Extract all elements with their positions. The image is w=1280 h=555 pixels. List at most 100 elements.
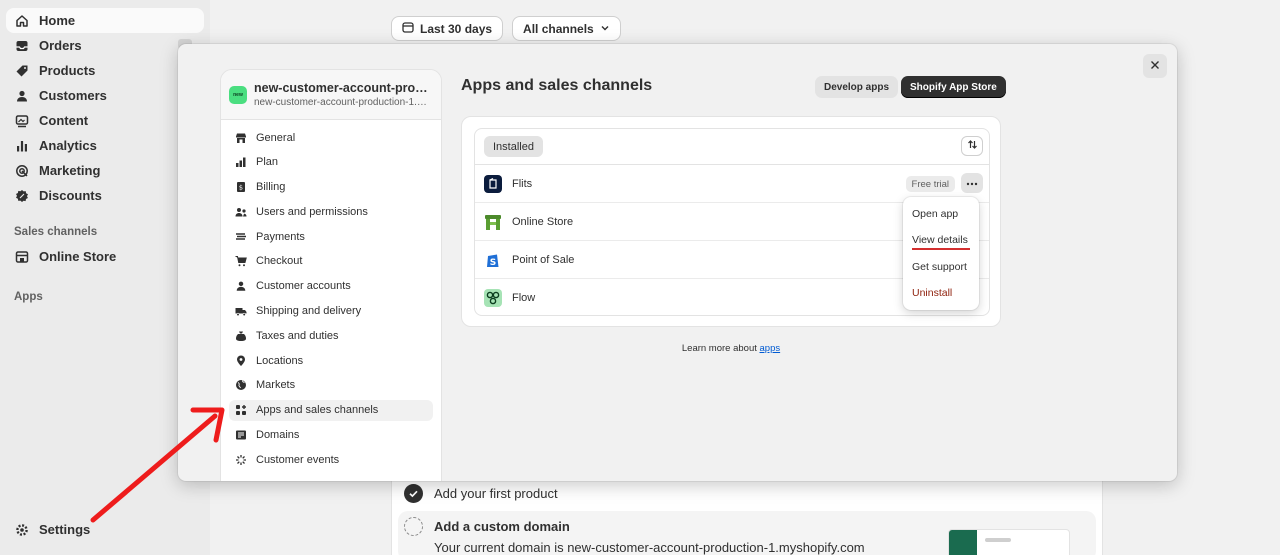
sidebar-item-discounts[interactable]: Discounts [6, 183, 204, 208]
sidebar-item-label: Products [39, 63, 96, 78]
sort-icon [967, 137, 978, 155]
settings-item-label: Billing [256, 181, 286, 194]
close-button[interactable] [1143, 54, 1167, 78]
learn-more-text: Learn more about apps [461, 343, 1001, 354]
settings-item-label: Apps and sales channels [256, 404, 379, 417]
sort-button[interactable] [961, 136, 983, 156]
settings-item-label: General [256, 131, 296, 144]
online-store-icon [484, 213, 502, 231]
location-icon [235, 355, 247, 367]
sidebar-item-products[interactable]: Products [6, 58, 204, 83]
task-first-product[interactable]: Add your first product [404, 484, 558, 503]
learn-more-link[interactable]: apps [760, 343, 781, 354]
apps-icon [235, 404, 247, 416]
chevron-down-icon [600, 22, 610, 36]
users-icon [235, 206, 247, 218]
flow-icon [484, 289, 502, 307]
app-store-button[interactable]: Shopify App Store [901, 76, 1006, 98]
globe-icon [235, 379, 247, 391]
sidebar-item-analytics[interactable]: Analytics [6, 133, 204, 158]
settings-item-label: Locations [256, 354, 304, 367]
gear-icon [14, 522, 30, 538]
sidebar-item-label: Customers [39, 88, 107, 103]
develop-apps-button[interactable]: Develop apps [815, 76, 899, 98]
settings-item-general[interactable]: General [229, 127, 433, 148]
sidebar-item-online-store[interactable]: Online Store [6, 244, 204, 269]
settings-item-payments[interactable]: Payments [229, 226, 433, 247]
sidebar-item-content[interactable]: Content [6, 108, 204, 133]
task-title: Add a custom domain [434, 519, 570, 534]
flits-icon [484, 174, 502, 193]
sidebar-item-orders[interactable]: Orders [6, 33, 204, 58]
home-icon [14, 13, 30, 29]
truck-icon [235, 305, 247, 317]
app-name: Online Store [512, 215, 574, 228]
page-title: Apps and sales channels [461, 77, 653, 94]
settings-item-label: Domains [256, 429, 300, 442]
store-name: new-customer-account-production-1 [254, 81, 434, 95]
sidebar-item-label: Orders [39, 38, 82, 53]
tag-icon [14, 63, 30, 79]
settings-item-taxes-and-duties[interactable]: Taxes and duties [229, 325, 433, 346]
settings-item-label: Taxes and duties [256, 329, 339, 342]
cart-icon [235, 255, 247, 267]
settings-modal: new new-customer-account-production-1 ne… [178, 44, 1177, 481]
more-actions-button[interactable] [961, 173, 983, 193]
settings-item-checkout[interactable]: Checkout [229, 251, 433, 272]
target-icon [14, 163, 30, 179]
sidebar-item-label: Marketing [39, 163, 101, 178]
settings-item-label: Customer events [256, 453, 340, 466]
app-actions-menu: Open app View details Get support Uninst… [903, 197, 979, 310]
domains-icon [235, 429, 247, 441]
sidebar-item-marketing[interactable]: Marketing [6, 158, 204, 183]
settings-item-label: Checkout [256, 255, 303, 268]
settings-item-domains[interactable]: Domains [229, 425, 433, 446]
menu-view-details[interactable]: View details [903, 227, 979, 253]
sidebar-item-settings[interactable]: Settings [6, 517, 204, 542]
sidebar-item-label: Content [39, 113, 89, 128]
settings-item-markets[interactable]: Markets [229, 375, 433, 396]
tab-installed[interactable]: Installed [484, 136, 543, 157]
settings-item-customer-events[interactable]: Customer events [229, 449, 433, 470]
settings-item-label: Plan [256, 156, 279, 169]
settings-item-customer-accounts[interactable]: Customer accounts [229, 276, 433, 297]
settings-item-users-and-permissions[interactable]: Users and permissions [229, 201, 433, 222]
events-icon [235, 454, 247, 466]
inbox-icon [14, 38, 30, 54]
settings-item-shipping-and-delivery[interactable]: Shipping and delivery [229, 301, 433, 322]
task-label: Add your first product [434, 486, 558, 501]
settings-item-billing[interactable]: $ Billing [229, 177, 433, 198]
tabs-row: Installed [475, 129, 989, 165]
settings-list: General Plan $ Billing Users and permissions… [221, 120, 441, 481]
task-custom-domain[interactable]: Add a custom domain [404, 517, 570, 536]
sidebar-item-customers[interactable]: Customers [6, 83, 204, 108]
tax-icon [235, 330, 247, 342]
settings-item-label: Payments [256, 230, 305, 243]
store-icon [14, 249, 30, 265]
channels-label: All channels [523, 21, 594, 36]
sidebar-item-label: Analytics [39, 138, 97, 153]
check-circle-icon [404, 484, 423, 503]
menu-uninstall[interactable]: Uninstall [903, 280, 979, 306]
store-header[interactable]: new new-customer-account-production-1 ne… [221, 70, 441, 120]
settings-item-plan[interactable]: Plan [229, 152, 433, 173]
date-range-button[interactable]: Last 30 days [391, 16, 504, 41]
settings-item-label: Shipping and delivery [256, 305, 362, 318]
menu-view-details-label: View details [912, 234, 968, 247]
task-description: Your current domain is new-customer-acco… [434, 540, 865, 555]
sidebar-item-label: Settings [39, 522, 91, 537]
learn-more-prefix: Learn more about [681, 343, 760, 354]
svg-text:$: $ [239, 184, 243, 192]
settings-item-label: Customer accounts [256, 280, 351, 293]
channels-button[interactable]: All channels [512, 16, 621, 41]
sales-channels-heading: Sales channels [14, 225, 98, 238]
sidebar-item-home[interactable]: Home [6, 8, 204, 33]
bar-chart-icon [14, 138, 30, 154]
image-icon [14, 113, 30, 129]
settings-item-apps-and-sales-channels[interactable]: Apps and sales channels [229, 399, 433, 421]
menu-get-support[interactable]: Get support [903, 254, 979, 280]
date-range-label: Last 30 days [420, 21, 493, 36]
app-name: Flits [512, 177, 533, 190]
settings-item-locations[interactable]: Locations [229, 350, 433, 371]
menu-open-app[interactable]: Open app [903, 201, 979, 227]
